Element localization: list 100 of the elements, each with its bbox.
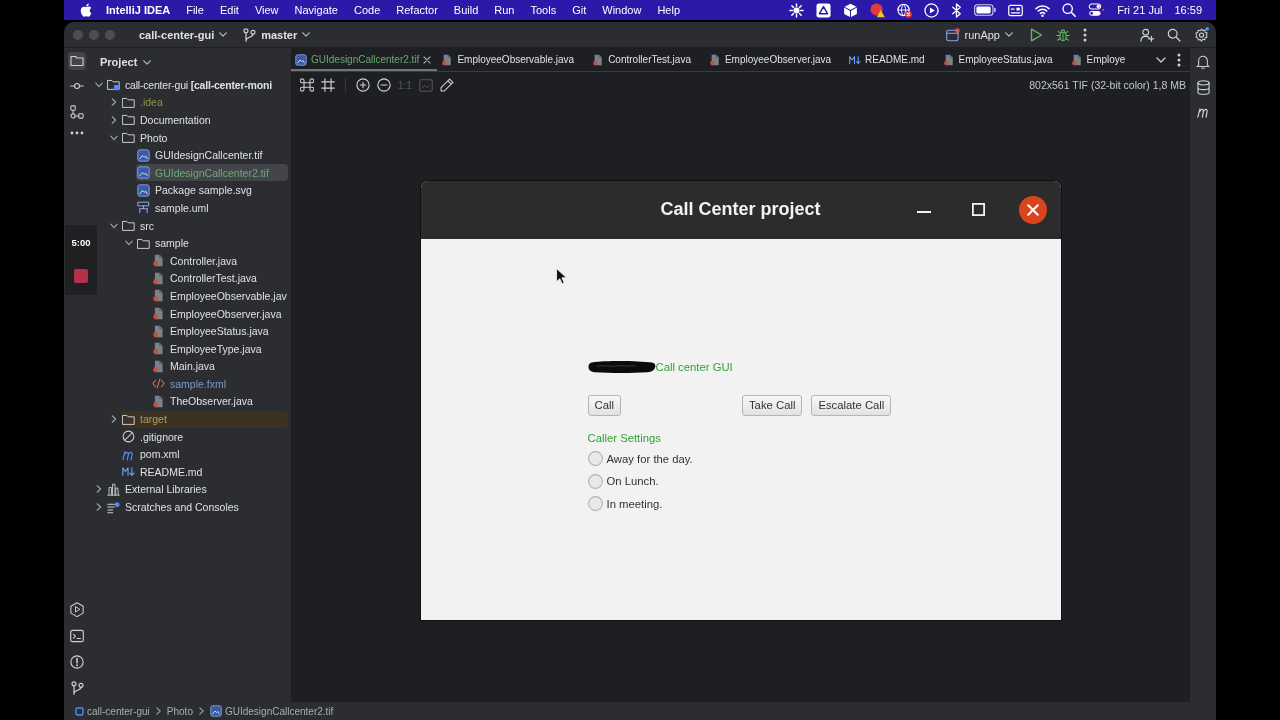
wifi-icon[interactable] <box>1035 3 1051 17</box>
tree-item[interactable]: Package sample.svg <box>136 181 288 199</box>
tree-item[interactable]: sample.uml <box>136 199 288 217</box>
database-icon[interactable] <box>1196 80 1210 95</box>
tree-item[interactable]: GUIdesignCallcenter2.tif <box>136 164 288 182</box>
radio-option[interactable]: On Lunch. <box>587 472 659 490</box>
menu-item[interactable]: Window <box>602 3 642 17</box>
editor-tab[interactable]: EmployeeStatus.java <box>938 48 1067 71</box>
tree-item[interactable]: sample <box>136 234 288 252</box>
zoom-in-icon[interactable] <box>356 78 370 92</box>
chevron-icon[interactable] <box>110 98 118 107</box>
breadcrumb-item[interactable]: GUIdesignCallcenter2.tif <box>209 705 334 717</box>
menu-item[interactable]: Build <box>453 3 479 17</box>
m-icon[interactable] <box>1196 106 1210 118</box>
tree-item[interactable]: Photo <box>121 129 288 147</box>
pen-icon[interactable] <box>439 78 454 92</box>
tree-item[interactable]: README.md <box>121 463 288 481</box>
zoom-out-icon[interactable] <box>377 78 391 92</box>
more-icon[interactable] <box>70 131 84 135</box>
tree-item[interactable]: sample.fxml <box>151 375 288 393</box>
menu-item[interactable]: Refactor <box>396 3 438 17</box>
globe-icon[interactable] <box>897 2 913 18</box>
chevron-icon[interactable] <box>95 485 103 494</box>
tree-item[interactable]: EmployeeStatus.java <box>151 322 288 340</box>
chevron-icon[interactable] <box>1156 56 1166 63</box>
breadcrumb-item[interactable]: Photo <box>166 705 193 717</box>
run-config-selector[interactable]: runApp <box>941 25 1017 44</box>
tree-item[interactable]: External Libraries <box>106 480 288 498</box>
tree-item[interactable]: ControllerTest.java <box>151 269 288 287</box>
more-icon[interactable] <box>1083 27 1087 42</box>
chevron-icon[interactable] <box>110 415 118 424</box>
search-icon[interactable] <box>1167 27 1181 42</box>
minimize-icon[interactable] <box>916 211 931 213</box>
search-icon[interactable] <box>1062 3 1077 17</box>
menu-item[interactable]: Navigate <box>294 3 338 17</box>
menu-item[interactable]: File <box>186 3 204 17</box>
play-icon[interactable] <box>1030 27 1043 42</box>
branch-selector[interactable]: master <box>239 25 315 44</box>
play-icon[interactable] <box>70 602 84 617</box>
editor-tab[interactable]: Employe <box>1066 48 1140 71</box>
time-label[interactable]: 16:59 <box>1174 3 1202 17</box>
toggles-icon[interactable] <box>1088 3 1106 17</box>
editor-tab[interactable]: ControllerTest.java <box>588 48 705 71</box>
tree-item[interactable]: EmployeeObservable.jav <box>151 287 288 305</box>
folder-icon[interactable] <box>68 52 86 70</box>
bell-icon[interactable] <box>1196 54 1210 69</box>
tree-item[interactable]: Main.java <box>151 357 288 375</box>
breadcrumb-item[interactable]: call-center-gui <box>75 705 150 717</box>
bluetooth-icon[interactable] <box>951 2 963 18</box>
menu-item[interactable]: View <box>254 3 279 17</box>
menu-item[interactable]: Run <box>494 3 515 17</box>
tree-item[interactable]: target <box>121 410 288 428</box>
app-menu[interactable]: IntelliJ IDEA <box>106 3 171 17</box>
menu-item[interactable]: Code <box>353 3 381 17</box>
tree-item[interactable]: Documentation <box>121 111 288 129</box>
tree-item[interactable]: pom.xml <box>121 445 288 463</box>
dialog-button[interactable]: Escalate Call <box>811 394 892 416</box>
tree-item[interactable]: .gitignore <box>121 428 288 446</box>
menu-item[interactable]: Tools <box>530 3 557 17</box>
editor-tab[interactable]: EmployeeObserver.java <box>704 48 846 71</box>
dialog-button[interactable]: Take Call <box>741 394 803 416</box>
battery-icon[interactable] <box>974 4 997 16</box>
bug-icon[interactable] <box>1056 27 1070 42</box>
terminal-icon[interactable] <box>70 629 84 643</box>
tree-item[interactable]: Scratches and Consoles <box>106 498 288 516</box>
editor-tab[interactable]: EmployeeObservable.java <box>437 48 589 71</box>
workspace-dropdown[interactable]: call-center-gui <box>135 26 232 43</box>
grid-icon[interactable] <box>321 78 335 92</box>
apple-icon[interactable] <box>80 3 92 17</box>
dialog-button[interactable]: Call <box>587 394 621 416</box>
tree-item[interactable]: .idea <box>121 93 288 111</box>
card-icon[interactable] <box>1008 2 1024 18</box>
tree-item[interactable]: EmployeeType.java <box>151 340 288 358</box>
maximize-icon[interactable] <box>971 203 985 216</box>
date-label[interactable]: Fri 21 Jul <box>1117 3 1163 17</box>
branch-icon[interactable] <box>70 681 84 695</box>
tree-item[interactable]: Controller.java <box>151 252 288 270</box>
cube-icon[interactable] <box>843 2 859 18</box>
warning-icon[interactable] <box>870 2 886 18</box>
radio-option[interactable]: In meeting. <box>587 494 663 513</box>
close-icon[interactable] <box>423 55 432 64</box>
tree-item[interactable]: src <box>121 217 288 235</box>
more-icon[interactable] <box>1177 52 1181 67</box>
menu-item[interactable]: Edit <box>219 3 239 17</box>
command-icon[interactable] <box>300 78 314 92</box>
panel-title-selector[interactable]: Project <box>96 54 156 70</box>
menu-item[interactable]: Git <box>572 3 587 17</box>
close-icon[interactable] <box>1018 195 1047 224</box>
tree-item[interactable]: EmployeeObserver.java <box>151 305 288 322</box>
shapes-icon[interactable] <box>70 105 84 119</box>
starburst-icon[interactable] <box>789 2 805 18</box>
chevron-icon[interactable] <box>110 116 118 124</box>
tree-item[interactable]: GUIdesignCallcenter.tif <box>136 146 288 164</box>
editor-tab[interactable]: README.md <box>845 48 939 71</box>
tree-item[interactable]: call-center-gui [call-center-moni <box>106 76 288 94</box>
add-user-icon[interactable] <box>1140 27 1154 42</box>
editor-tab[interactable]: GUIdesignCallcenter2.tif <box>291 48 438 71</box>
radio-option[interactable]: Away for the day. <box>587 449 693 468</box>
menu-item[interactable]: Help <box>657 3 680 17</box>
tree-item[interactable]: TheObserver.java <box>151 393 288 410</box>
